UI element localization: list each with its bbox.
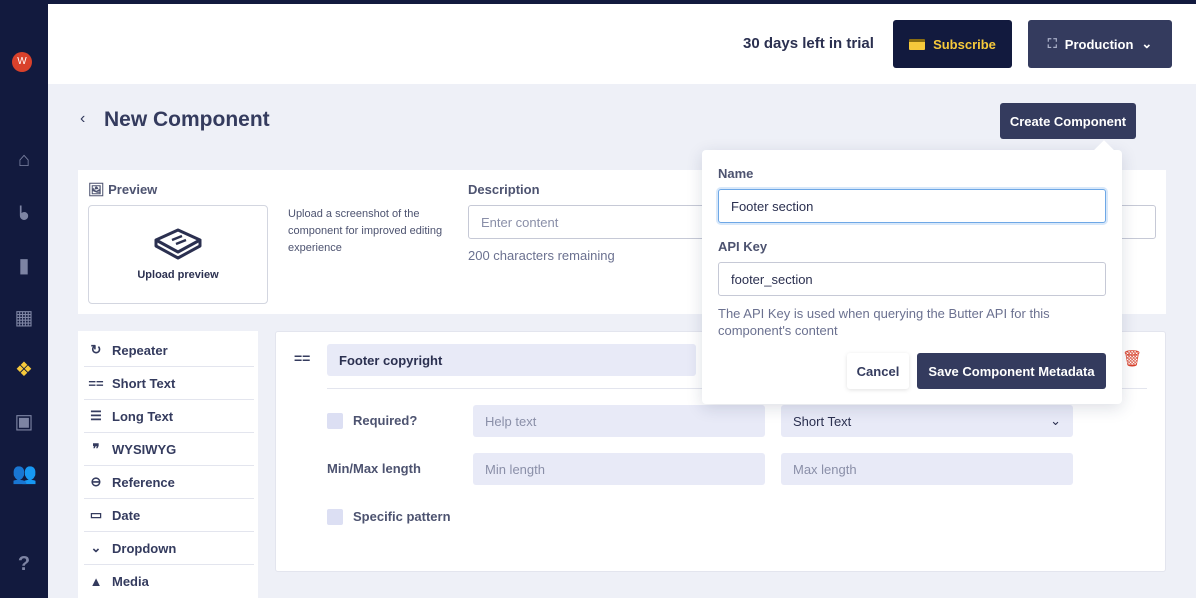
avatar[interactable]: W (12, 52, 32, 72)
link-icon: ⊖ (90, 474, 102, 489)
media-icon: ▲ (89, 574, 103, 589)
field-type-date[interactable]: ▭ Date (84, 499, 254, 532)
field-type-label: Repeater (112, 342, 168, 358)
chevron-down-icon: ⌄ (1050, 413, 1061, 428)
back-button[interactable]: ‹ (80, 110, 85, 128)
field-type-dropdown[interactable]: ⌄ Dropdown (84, 532, 254, 565)
field-type-label: Short Text (112, 375, 176, 391)
field-type-long-text[interactable]: ☰ Long Text (84, 400, 254, 433)
page-icon[interactable]: ▮ (12, 254, 36, 278)
chars-remaining: 200 characters remaining (468, 248, 615, 263)
name-input[interactable]: Footer section (718, 189, 1106, 223)
image-icon: 🖼 (88, 182, 105, 197)
header (48, 4, 1196, 84)
short-text-icon: == (88, 375, 104, 391)
preview-label-text: Preview (108, 182, 158, 197)
field-type-select[interactable]: Short Text ⌄ (781, 405, 1073, 437)
field-type-wysiwyg[interactable]: ❞ WYSIWYG (84, 433, 254, 466)
field-type-label: Dropdown (112, 540, 177, 556)
pattern-checkbox[interactable] (327, 509, 343, 525)
field-type-short-text[interactable]: == Short Text (84, 367, 254, 400)
api-key-input[interactable]: footer_section (718, 262, 1106, 296)
required-checkbox[interactable] (327, 413, 343, 429)
page-title: New Component (104, 108, 270, 131)
chevron-down-icon: ⌄ (90, 540, 102, 555)
field-type-label: Date (112, 507, 141, 523)
trial-status: 30 days left in trial (743, 35, 874, 52)
chevron-down-icon: ⌄ (1141, 36, 1153, 51)
blog-icon[interactable]: ᖲ (12, 202, 36, 226)
create-component-button[interactable]: Create Component (1000, 103, 1136, 139)
components-icon[interactable]: ❖ (12, 358, 36, 382)
field-types-list: ↻ Repeater == Short Text ☰ Long Text ❞ WYSIW… (78, 331, 258, 598)
save-metadata-button[interactable]: Save Component Metadata (917, 353, 1106, 389)
trash-icon[interactable]: 🗑 (1122, 349, 1142, 369)
subscribe-label: Subscribe (933, 36, 996, 52)
environment-label: Production (1064, 36, 1134, 52)
api-key-help: The API Key is used when querying the Bu… (718, 306, 1050, 338)
home-icon[interactable]: ⌂ (12, 148, 36, 172)
field-name-input[interactable]: Footer copyright (327, 344, 696, 376)
description-label: Description (468, 182, 540, 197)
environment-dropdown[interactable]: ⛶ Production ⌄ (1028, 20, 1172, 68)
help-text-input[interactable]: Help text (473, 405, 765, 437)
upload-preview-dropzone[interactable]: Upload preview (88, 205, 268, 304)
required-label: Required? (353, 413, 418, 428)
drag-handle-icon[interactable]: == (294, 350, 310, 366)
name-label: Name (718, 166, 754, 181)
media-icon[interactable]: ▣ (12, 410, 36, 434)
credit-card-icon (909, 38, 926, 50)
field-type-value: Short Text (793, 413, 852, 429)
cancel-button[interactable]: Cancel (847, 353, 909, 389)
calendar-icon: ▭ (89, 507, 103, 522)
min-length-input[interactable]: Min length (473, 453, 765, 485)
pattern-label: Specific pattern (353, 509, 451, 524)
preview-label: 🖼 Preview (88, 182, 157, 198)
api-key-label: API Key (718, 239, 768, 254)
repeat-icon: ↻ (90, 342, 102, 357)
field-type-label: WYSIWYG (112, 441, 177, 457)
field-type-reference[interactable]: ⊖ Reference (84, 466, 254, 499)
upload-box-icon (154, 228, 202, 260)
max-length-input[interactable]: Max length (781, 453, 1073, 485)
field-type-media[interactable]: ▲ Media (84, 565, 254, 598)
field-type-label: Media (112, 574, 149, 589)
field-type-label: Long Text (112, 408, 174, 424)
users-icon[interactable]: 👥 (12, 462, 37, 486)
long-text-icon: ☰ (90, 408, 102, 423)
help-icon[interactable]: ? (12, 552, 36, 576)
sidebar: W ⌂ ᖲ ▮ ▦ ❖ ▣ 👥 ? (0, 0, 48, 598)
field-type-repeater[interactable]: ↻ Repeater (84, 334, 254, 367)
collection-icon[interactable]: ▦ (12, 306, 36, 330)
minmax-label: Min/Max length (327, 461, 421, 476)
quote-icon: ❞ (92, 441, 100, 456)
upload-hint: Upload a screenshot of the component for… (288, 208, 443, 254)
subscribe-button[interactable]: Subscribe (893, 20, 1012, 68)
sitemap-icon: ⛶ (1047, 36, 1057, 51)
field-type-label: Reference (112, 474, 175, 490)
upload-preview-label: Upload preview (137, 269, 219, 281)
